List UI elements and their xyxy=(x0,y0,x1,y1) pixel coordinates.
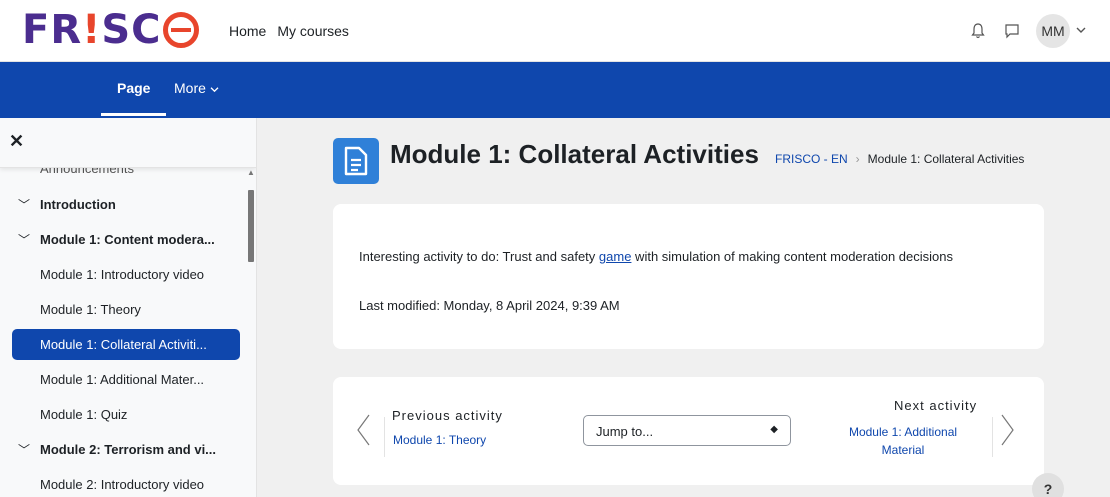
divider xyxy=(384,417,385,457)
chevron-right-icon: › xyxy=(855,152,860,166)
chevron-left-icon[interactable] xyxy=(355,413,371,452)
activity-module-1-introductory-video[interactable]: Module 1: Introductory video xyxy=(0,257,256,292)
description-text: Interesting activity to do: Trust and sa… xyxy=(359,249,599,264)
chevron-down-icon[interactable]: ﹀ xyxy=(18,196,40,213)
tab-more-label: More xyxy=(174,80,206,96)
scroll-up-icon[interactable]: ▲ xyxy=(247,168,255,177)
chevron-right-icon[interactable] xyxy=(1000,413,1016,452)
section-label: Introduction xyxy=(40,197,116,212)
jump-to-value: Jump to... xyxy=(596,424,654,439)
primary-nav: Home My courses xyxy=(229,23,349,39)
game-link[interactable]: game xyxy=(599,249,632,264)
activity-module-1-theory[interactable]: Module 1: Theory xyxy=(0,292,256,327)
chat-icon[interactable] xyxy=(1002,21,1022,41)
nav-home-link[interactable]: Home xyxy=(229,23,266,39)
page-title: Module 1: Collateral Activities xyxy=(390,139,759,169)
next-activity-label: Next activity xyxy=(894,398,978,413)
activity-module-2-introductory-video[interactable]: Module 2: Introductory video xyxy=(0,467,256,497)
drawer-header: ✕ xyxy=(0,118,256,168)
last-modified: Last modified: Monday, 8 April 2024, 9:3… xyxy=(359,298,620,313)
breadcrumb-current: Module 1: Collateral Activities xyxy=(867,152,1025,166)
help-button[interactable]: ? xyxy=(1032,473,1064,497)
description-text-end: with simulation of making content modera… xyxy=(631,249,953,264)
select-caret-icon: ◆ xyxy=(770,424,778,435)
jump-to-select[interactable]: Jump to... ◆ xyxy=(583,415,791,446)
top-navbar: FR! SC Home My courses MM xyxy=(0,0,1110,62)
activity-module-1-collateral-activities[interactable]: Module 1: Collateral Activiti... xyxy=(12,329,240,360)
previous-activity-link[interactable]: Module 1: Theory xyxy=(393,433,486,447)
section-label: Module 2: Terrorism and vi... xyxy=(40,442,217,457)
section-introduction[interactable]: ﹀ Introduction xyxy=(0,187,256,222)
activity-module-1-quiz[interactable]: Module 1: Quiz xyxy=(0,397,256,432)
user-tools: MM xyxy=(968,14,1086,48)
page-document-icon xyxy=(333,138,379,184)
chevron-down-icon[interactable]: ﹀ xyxy=(18,231,40,248)
course-index-list: ﹀ Introduction ﹀ Module 1: Content modera.… xyxy=(0,187,256,497)
activity-description: Interesting activity to do: Trust and sa… xyxy=(359,249,953,264)
section-module-2[interactable]: ﹀ Module 2: Terrorism and vi... xyxy=(0,432,256,467)
previous-activity-label: Previous activity xyxy=(392,408,503,423)
divider xyxy=(992,417,993,457)
frisco-logo[interactable]: FR! SC xyxy=(22,8,199,52)
close-icon[interactable]: ✕ xyxy=(9,132,24,150)
next-activity-link[interactable]: Module 1: Additional Material xyxy=(831,423,975,459)
nav-my-courses-link[interactable]: My courses xyxy=(277,23,349,39)
section-module-1[interactable]: ﹀ Module 1: Content modera... xyxy=(0,222,256,257)
activity-navigation: Previous activity Module 1: Theory Jump … xyxy=(333,377,1044,485)
activity-module-1-additional-material[interactable]: Module 1: Additional Mater... xyxy=(0,362,256,397)
page-content-card: Interesting activity to do: Trust and sa… xyxy=(333,204,1044,349)
chevron-down-icon[interactable]: ﹀ xyxy=(18,441,40,458)
chevron-down-icon[interactable] xyxy=(1076,25,1086,37)
tab-more[interactable]: More xyxy=(174,80,219,96)
breadcrumb: FRISCO - EN › Module 1: Collateral Activ… xyxy=(775,152,1024,166)
section-label: Module 1: Content modera... xyxy=(40,232,215,247)
bell-icon[interactable] xyxy=(968,21,988,41)
user-avatar[interactable]: MM xyxy=(1036,14,1070,48)
breadcrumb-course-link[interactable]: FRISCO - EN xyxy=(775,152,848,166)
course-index-drawer: ✕ Announcements ▲ ﹀ Introduction ﹀ Module … xyxy=(0,118,257,497)
chevron-down-icon xyxy=(210,87,219,93)
tab-page[interactable]: Page xyxy=(100,80,168,116)
secondary-nav: Page More xyxy=(0,62,1110,118)
